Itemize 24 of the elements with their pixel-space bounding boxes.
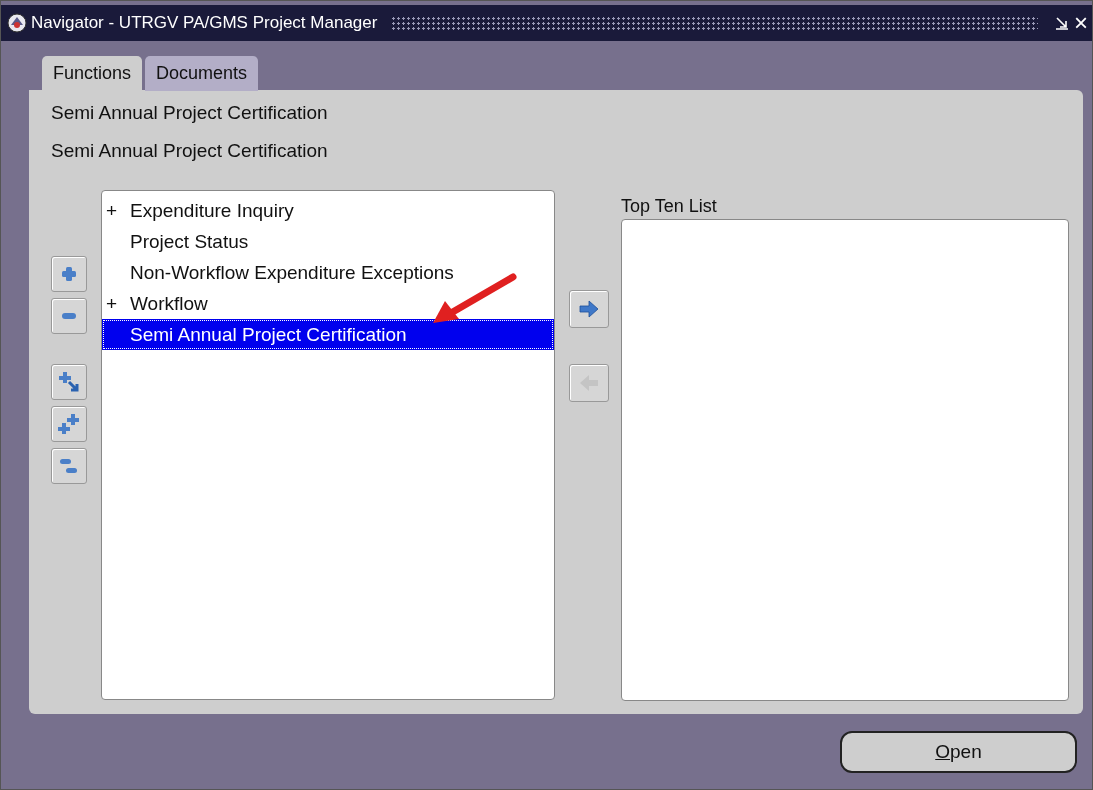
open-button[interactable]: Open [840, 731, 1077, 773]
plus-arrow-icon [58, 371, 80, 393]
heading-text: Semi Annual Project Certification [51, 102, 329, 125]
tree-item[interactable]: Semi Annual Project Certification [102, 319, 554, 350]
app-icon [7, 13, 27, 33]
double-plus-icon [58, 413, 80, 435]
tree-item[interactable]: + Workflow [102, 288, 554, 319]
tree-item[interactable]: + Expenditure Inquiry [102, 195, 554, 226]
tree-item[interactable]: Non-Workflow Expenditure Exceptions [102, 257, 554, 288]
tab[interactable]: Documents [145, 56, 259, 91]
list-label: Top Ten List [621, 195, 718, 218]
tree-item[interactable]: Project Status [102, 226, 554, 257]
expand-all-button[interactable] [51, 406, 87, 442]
collapse-button[interactable] [51, 298, 87, 334]
heading-text: Semi Annual Project Certification [51, 140, 329, 163]
expand-button[interactable] [51, 256, 87, 292]
window-title: Navigator - UTRGV PA/GMS Project Manager [31, 13, 378, 33]
close-button[interactable]: × [1074, 11, 1088, 35]
tab[interactable]: Functions [42, 56, 143, 91]
add-button[interactable] [569, 290, 609, 328]
right-arrow-icon [578, 298, 600, 320]
collapse-all-button[interactable] [51, 448, 87, 484]
expand-branch-button[interactable] [51, 364, 87, 400]
minimize-icon[interactable] [1054, 15, 1070, 31]
